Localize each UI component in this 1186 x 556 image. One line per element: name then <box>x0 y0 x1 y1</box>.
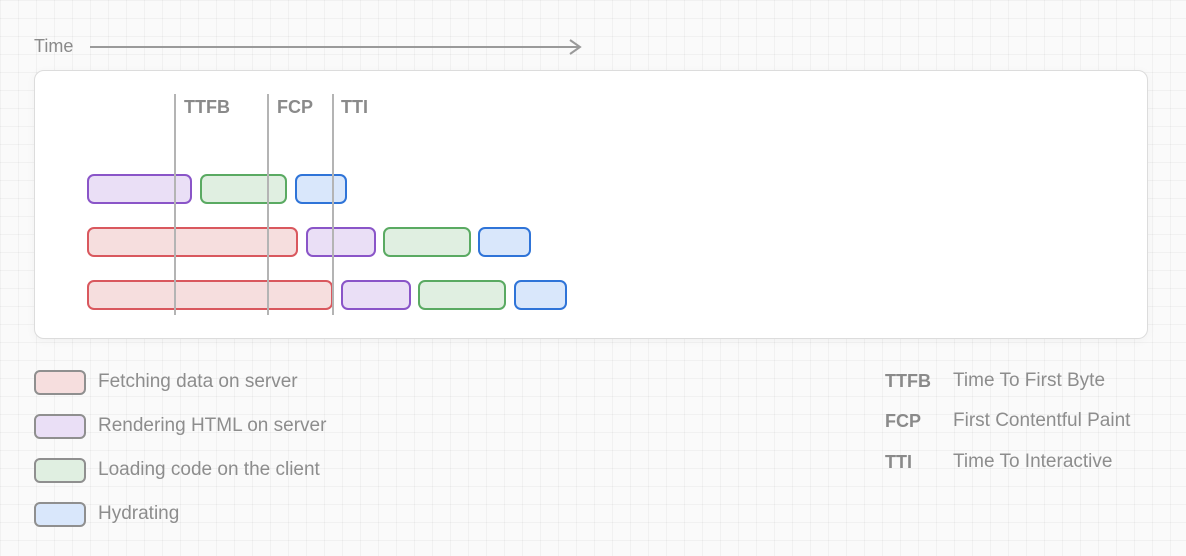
legend-item-rendering: Rendering HTML on server <box>34 413 327 439</box>
glossary-abbr: TTFB <box>885 370 931 391</box>
legend-item-fetching: Fetching data on server <box>34 369 298 395</box>
legend-swatch-loading <box>34 457 86 483</box>
glossary-row-fcp: FCP First Contentful Paint <box>885 409 1130 433</box>
legend-label: Fetching data on server <box>98 371 298 392</box>
glossary-definition: Time To First Byte <box>953 370 1106 391</box>
legend-item-loading: Loading code on the client <box>34 457 320 483</box>
legend-label: Hydrating <box>98 503 180 524</box>
legend-swatch-hydrating <box>34 501 86 527</box>
legend-label: Rendering HTML on server <box>98 415 327 436</box>
glossary-row-tti: TTI Time To Interactive <box>885 450 1112 474</box>
glossary-abbr: FCP <box>885 410 921 431</box>
legend-swatch-rendering <box>34 413 86 439</box>
glossary-row-ttfb: TTFB Time To First Byte <box>885 369 1105 393</box>
glossary-definition: Time To Interactive <box>953 451 1113 472</box>
legend-swatch-fetching <box>34 369 86 395</box>
legend-item-hydrating: Hydrating <box>34 501 180 527</box>
glossary-abbr: TTI <box>885 451 912 472</box>
marker-label-fcp: FCP <box>277 97 313 117</box>
marker-label-tti: TTI <box>341 97 368 117</box>
glossary-definition: First Contentful Paint <box>953 410 1131 431</box>
marker-label-ttfb: TTFB <box>184 97 230 117</box>
legend-label: Loading code on the client <box>98 459 320 480</box>
